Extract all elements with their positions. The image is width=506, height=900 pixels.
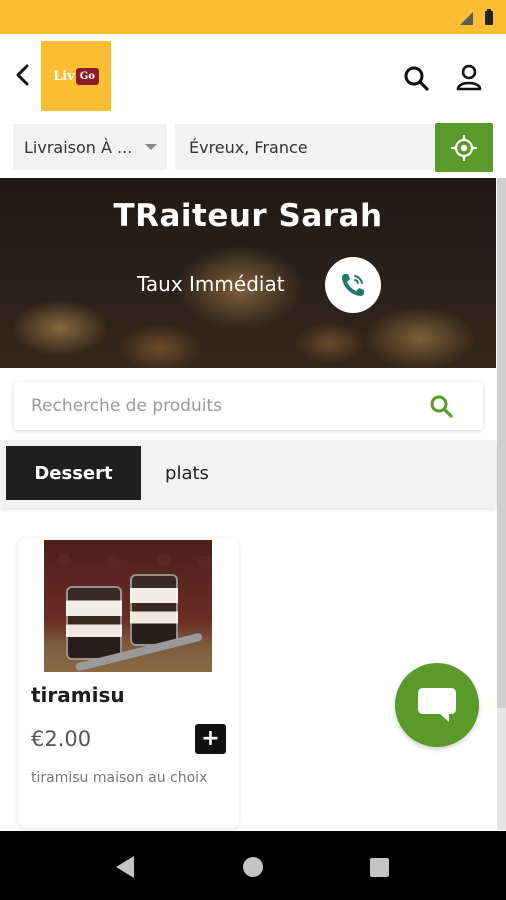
account-button[interactable] [455,63,483,91]
product-card[interactable]: tiramisu €2.00 + tiramisu maison au choi… [18,538,239,828]
crosshair-icon [451,134,477,161]
chevron-left-icon [16,64,29,86]
city-value: Évreux, France [189,137,308,157]
battery-icon [485,9,493,25]
livgo-logo[interactable]: Liv Go [41,41,111,111]
user-icon [456,64,482,91]
call-button[interactable] [325,257,381,313]
logo-text: Liv [53,68,75,84]
search-icon [404,66,429,91]
header-search-button[interactable] [402,64,430,92]
product-image [44,540,212,672]
app-header: Liv Go [0,34,506,116]
system-nav-bar [0,831,506,900]
chat-button[interactable] [395,663,479,747]
signal-icon [460,11,473,25]
phone-icon [342,274,364,296]
locate-me-button[interactable] [435,123,493,172]
square-recents-icon[interactable] [370,858,389,877]
add-to-cart-button[interactable]: + [195,724,226,754]
product-price: €2.00 [31,727,92,751]
product-search-button[interactable] [429,394,453,418]
circle-home-icon[interactable] [243,857,263,877]
restaurant-hero: TRaiteur Sarah Taux Immédiat [0,178,496,368]
category-tabs: Dessert plats [0,440,496,508]
back-button[interactable] [10,62,34,88]
delivery-mode-select[interactable]: Livraison À ... [13,124,167,170]
product-name: tiramisu [31,683,125,707]
scrollbar-thumb[interactable] [497,178,506,708]
tiramisu-jar [66,586,122,660]
product-search-input[interactable] [31,396,401,416]
caret-down-icon [145,144,157,150]
tiramisu-jar [130,574,178,646]
product-search-bar[interactable] [14,382,483,430]
delivery-mode-label: Livraison À ... [24,137,133,157]
product-description: tiramisu maison au choix [31,770,208,786]
status-bar [0,0,506,34]
tab-dessert[interactable]: Dessert [6,446,141,500]
search-icon [430,395,453,418]
location-bar: Livraison À ... Évreux, France [0,116,506,178]
logo-badge: Go [75,67,99,85]
restaurant-name: TRaiteur Sarah [113,198,383,234]
tab-plats[interactable]: plats [152,446,222,500]
triangle-back-icon[interactable] [116,856,134,878]
rate-label: Taux Immédiat [137,272,285,296]
chat-bubble-icon [418,688,456,722]
city-field[interactable]: Évreux, France [175,124,435,170]
